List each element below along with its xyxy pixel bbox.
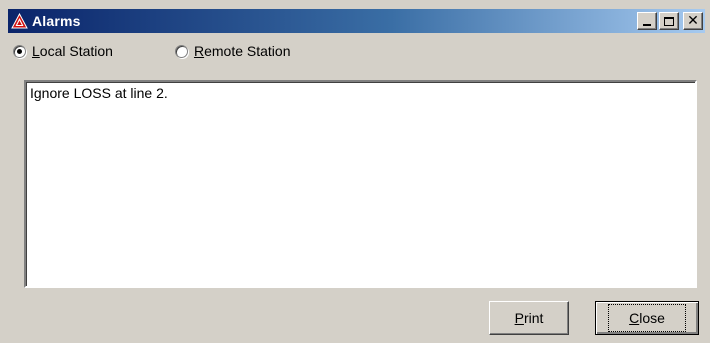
radio-remote-station[interactable]: Remote Station [174,43,291,59]
alarm-triangle-icon [10,12,28,30]
close-icon: ✕ [687,12,699,29]
radio-local-station[interactable]: Local Station [13,43,113,59]
minimize-icon [643,24,651,26]
close-button-label: Close [608,304,686,332]
title-bar[interactable]: Alarms ✕ [8,9,705,33]
minimize-button[interactable] [637,12,657,30]
radio-remote-label: Remote Station [193,43,291,59]
station-selector: Local Station Remote Station [13,43,290,59]
radio-local-label: Local Station [32,43,113,59]
close-button[interactable]: Close [595,301,699,335]
print-button[interactable]: Print [489,301,569,335]
close-window-button[interactable]: ✕ [683,12,703,30]
print-button-label: Print [514,310,544,326]
maximize-button[interactable] [659,12,679,30]
radio-remote-indicator[interactable] [174,44,188,58]
alarm-message-area[interactable]: Ignore LOSS at line 2. [24,80,697,288]
title-bar-controls: ✕ [637,12,703,30]
alarms-window: Alarms ✕ Local Station Remote Station Ig… [0,0,710,343]
radio-local-indicator[interactable] [13,44,26,58]
alarm-message-text: Ignore LOSS at line 2. [30,85,168,101]
maximize-icon [664,16,674,26]
window-title: Alarms [32,13,81,29]
